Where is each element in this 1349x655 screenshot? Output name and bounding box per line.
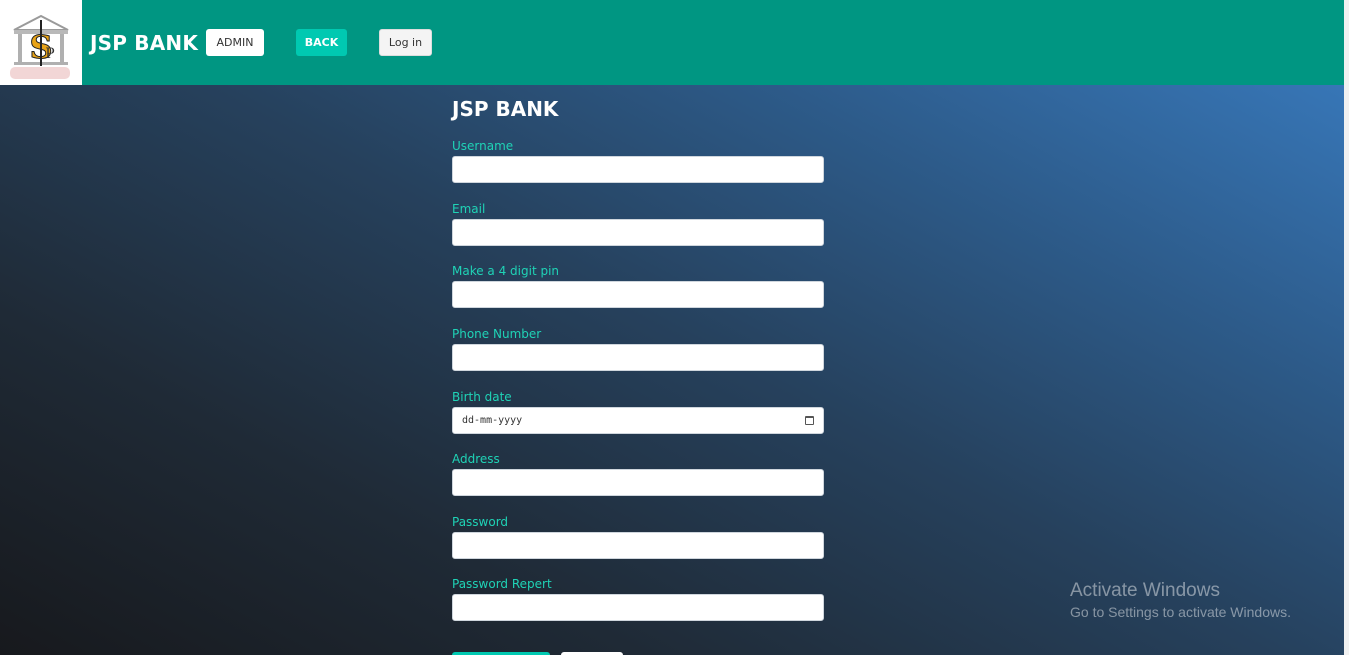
form-title: JSP BANK (452, 97, 559, 121)
login-button[interactable]: Log in (379, 29, 432, 56)
top-navbar: S P JSP BANK ADMIN BACK Log in (0, 0, 1344, 85)
email-input[interactable] (452, 219, 824, 246)
username-label: Username (452, 139, 514, 153)
bank-logo-icon: S P (10, 14, 70, 79)
brand-title[interactable]: JSP BANK (90, 31, 198, 55)
pin-label: Make a 4 digit pin (452, 264, 560, 278)
password-repeat-label: Password Repert (452, 577, 552, 591)
bank-logo[interactable]: S P (0, 0, 82, 85)
password-repeat-input[interactable] (452, 594, 824, 621)
username-input[interactable] (452, 156, 824, 183)
pin-input[interactable] (452, 281, 824, 308)
password-input[interactable] (452, 532, 824, 559)
svg-text:P: P (45, 46, 54, 62)
password-label: Password (452, 515, 509, 529)
admin-button[interactable]: ADMIN (206, 29, 264, 56)
page-scrollbar[interactable] (1344, 0, 1349, 655)
back-button[interactable]: BACK (296, 29, 347, 56)
watermark-title: Activate Windows (1070, 580, 1220, 601)
address-input[interactable] (452, 469, 824, 496)
calendar-icon[interactable] (805, 416, 814, 425)
birth-date-label: Birth date (452, 390, 512, 404)
phone-input[interactable] (452, 344, 824, 371)
activate-windows-watermark: Activate Windows Go to Settings to activ… (1070, 580, 1291, 620)
watermark-subtitle: Go to Settings to activate Windows. (1070, 604, 1291, 620)
birth-date-input[interactable]: dd-mm-yyyy (452, 407, 824, 434)
phone-label: Phone Number (452, 327, 542, 341)
address-label: Address (452, 452, 500, 466)
birth-date-value: dd-mm-yyyy (462, 415, 523, 426)
email-label: Email (452, 202, 486, 216)
